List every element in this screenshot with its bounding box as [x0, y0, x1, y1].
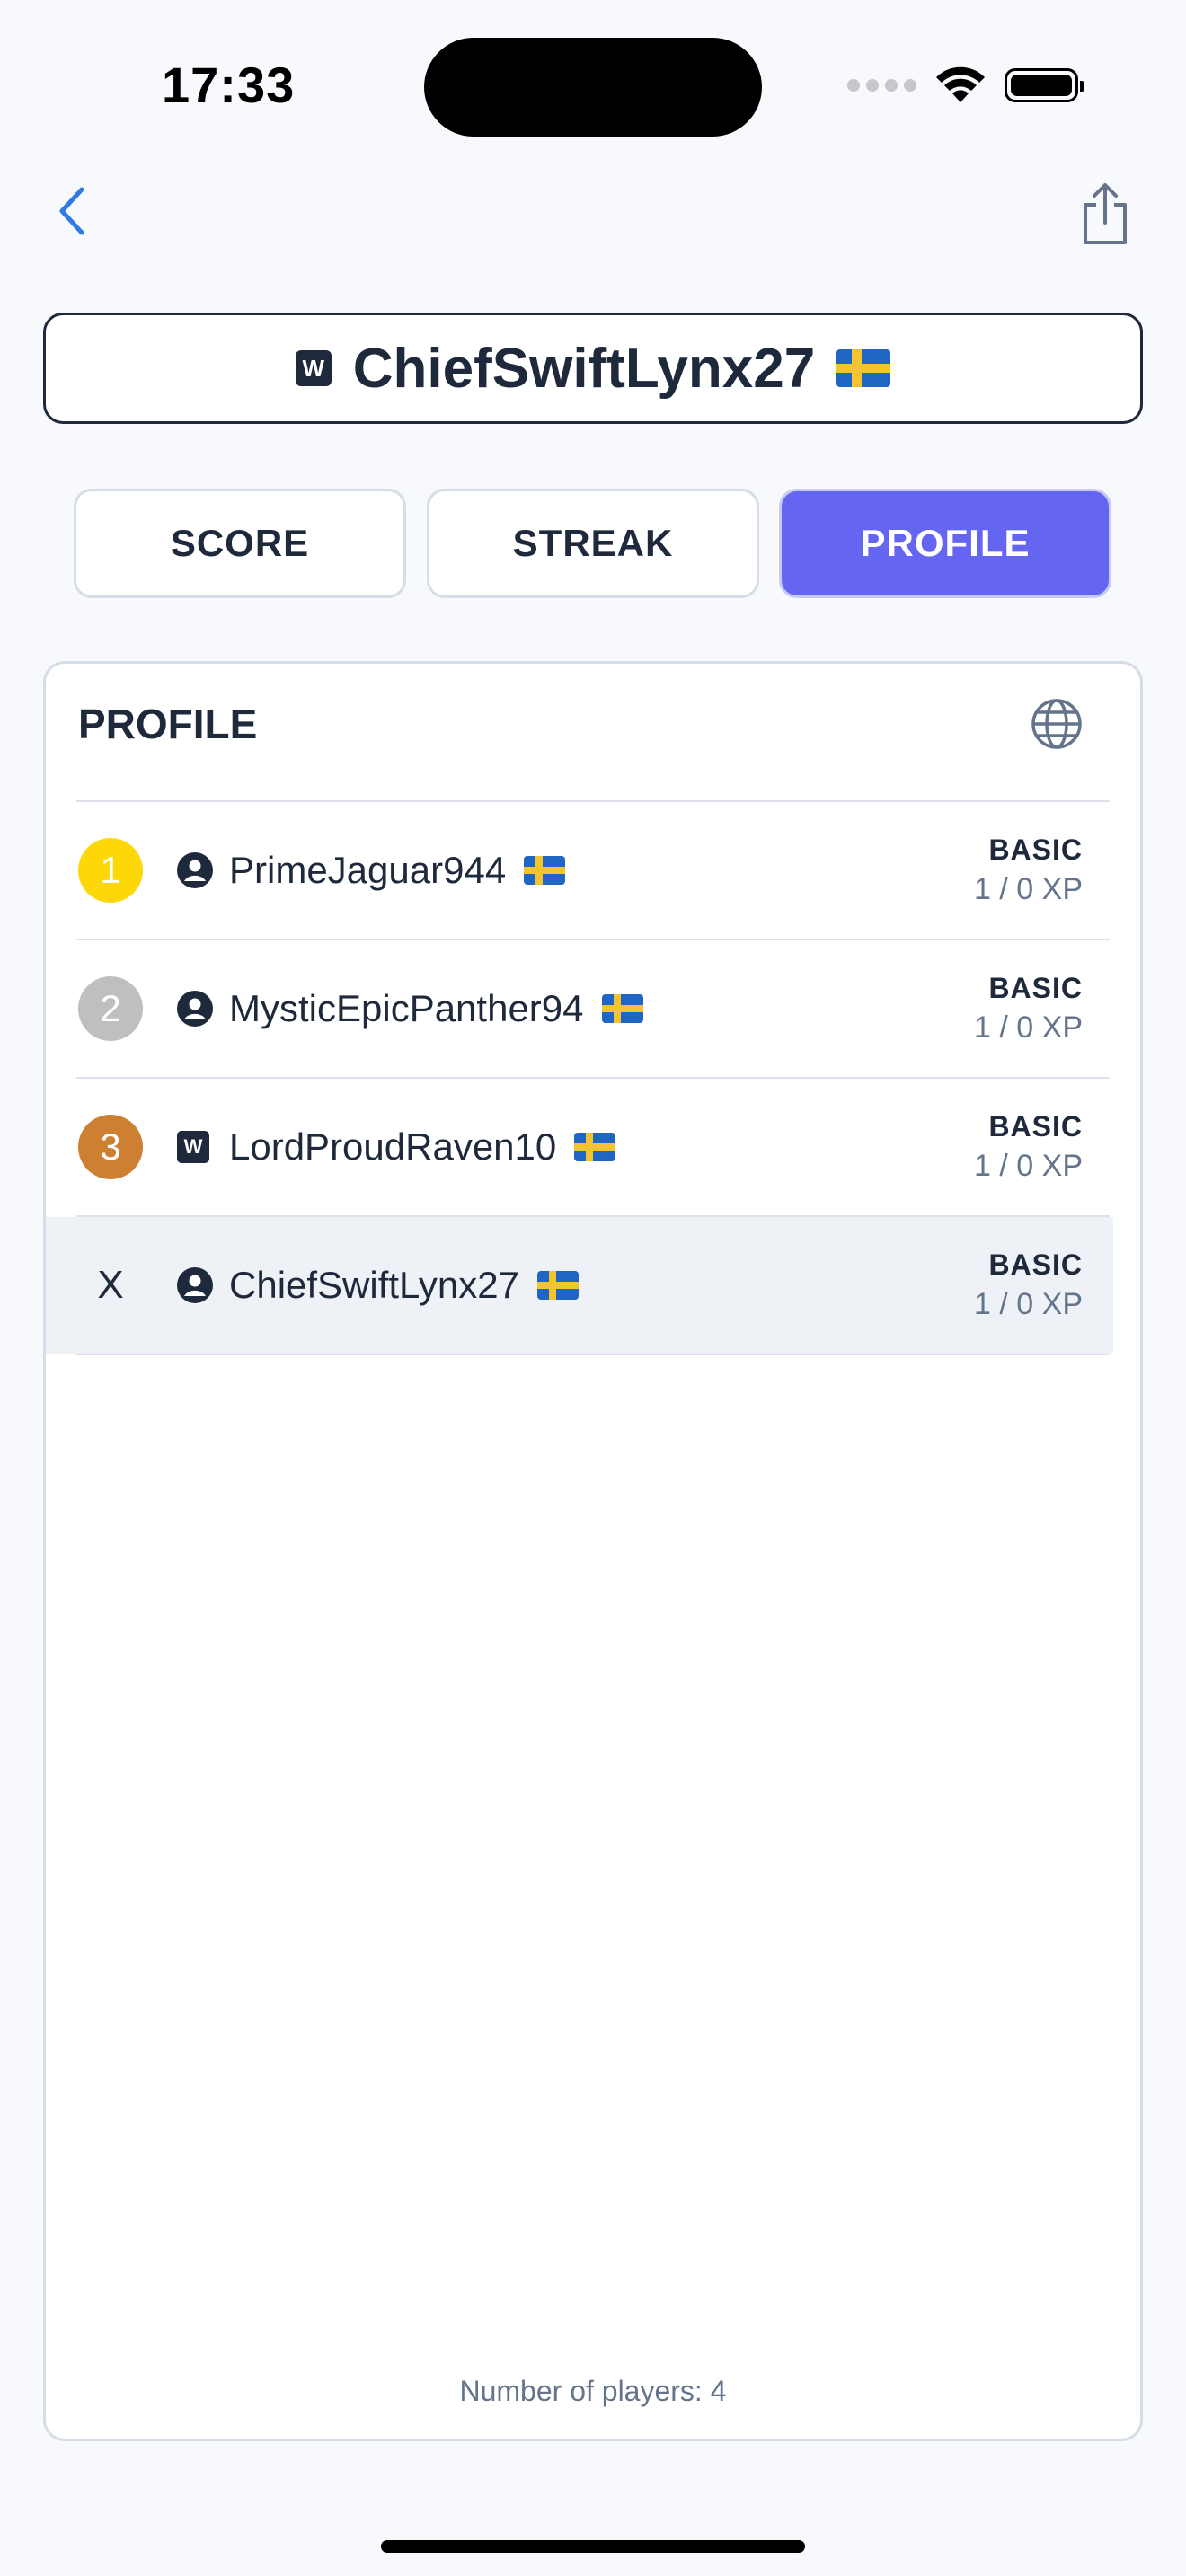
tab-score[interactable]: SCORE — [74, 489, 406, 598]
home-indicator[interactable] — [381, 2540, 805, 2553]
share-button[interactable] — [1069, 178, 1141, 250]
globe-icon — [1031, 699, 1082, 749]
wifi-icon — [936, 66, 985, 102]
player-name-text: LordProudRaven10 — [229, 1125, 557, 1168]
player-title-box: W ChiefSwiftLynx27 — [43, 313, 1143, 424]
leaderboard-row[interactable]: 2 MysticEpicPanther94 BASIC 1 / 0 XP — [46, 940, 1113, 1077]
w-badge-icon: W — [177, 1131, 209, 1163]
sweden-flag-icon — [836, 349, 891, 387]
leaderboard-card: PROFILE 1 PrimeJaguar944 BASIC 1 / 0 XP … — [43, 661, 1143, 2441]
leaderboard-row[interactable]: 1 PrimeJaguar944 BASIC 1 / 0 XP — [46, 802, 1113, 939]
xp-value: 1 / 0 XP — [974, 872, 1083, 906]
player-stats: BASIC 1 / 0 XP — [974, 834, 1083, 907]
card-title: PROFILE — [78, 701, 258, 747]
tab-profile[interactable]: PROFILE — [779, 489, 1111, 598]
tab-streak[interactable]: STREAK — [427, 489, 759, 598]
sweden-flag-icon — [536, 1271, 579, 1300]
player-name: ChiefSwiftLynx27 — [229, 1264, 579, 1307]
status-icons — [847, 66, 1084, 104]
share-icon — [1084, 183, 1127, 244]
level-label: BASIC — [988, 1110, 1083, 1142]
player-name-title: ChiefSwiftLynx27 — [352, 337, 816, 400]
rank-badge: X — [97, 1263, 124, 1307]
battery-icon — [1005, 68, 1084, 102]
level-label: BASIC — [988, 834, 1083, 866]
status-time: 17:33 — [162, 57, 296, 113]
person-icon — [177, 991, 213, 1027]
person-icon — [177, 852, 213, 888]
dynamic-island — [424, 38, 762, 137]
xp-value: 1 / 0 XP — [974, 1287, 1083, 1321]
signal-icon — [847, 79, 916, 92]
back-button[interactable] — [45, 180, 99, 243]
sweden-flag-icon — [574, 1133, 616, 1161]
leaderboard-row-current-user[interactable]: X ChiefSwiftLynx27 BASIC 1 / 0 XP — [46, 1217, 1113, 1354]
rank-badge: 3 — [78, 1115, 143, 1179]
player-stats: BASIC 1 / 0 XP — [974, 1110, 1083, 1184]
w-badge-icon: W — [295, 350, 332, 386]
chevron-left-icon — [59, 187, 84, 235]
sweden-flag-icon — [601, 994, 643, 1023]
player-name-text: ChiefSwiftLynx27 — [229, 1264, 519, 1306]
player-name-text: PrimeJaguar944 — [229, 849, 507, 891]
level-label: BASIC — [988, 1248, 1083, 1281]
sweden-flag-icon — [524, 856, 566, 885]
player-stats: BASIC 1 / 0 XP — [974, 972, 1083, 1045]
player-name: LordProudRaven10 — [229, 1125, 616, 1169]
player-count: Number of players: 4 — [459, 2375, 727, 2407]
xp-value: 1 / 0 XP — [974, 1010, 1083, 1045]
player-stats: BASIC 1 / 0 XP — [974, 1248, 1083, 1322]
leaderboard-row[interactable]: 3 W LordProudRaven10 BASIC 1 / 0 XP — [46, 1079, 1113, 1215]
player-name-text: MysticEpicPanther94 — [229, 987, 584, 1029]
player-name: MysticEpicPanther94 — [229, 987, 643, 1030]
globe-button[interactable] — [1027, 694, 1086, 754]
divider — [76, 1354, 1110, 1355]
rank-badge: 2 — [78, 976, 143, 1041]
xp-value: 1 / 0 XP — [974, 1149, 1083, 1183]
rank-badge: 1 — [78, 838, 143, 903]
person-icon — [177, 1267, 213, 1303]
player-name: PrimeJaguar944 — [229, 849, 566, 892]
level-label: BASIC — [988, 972, 1083, 1004]
